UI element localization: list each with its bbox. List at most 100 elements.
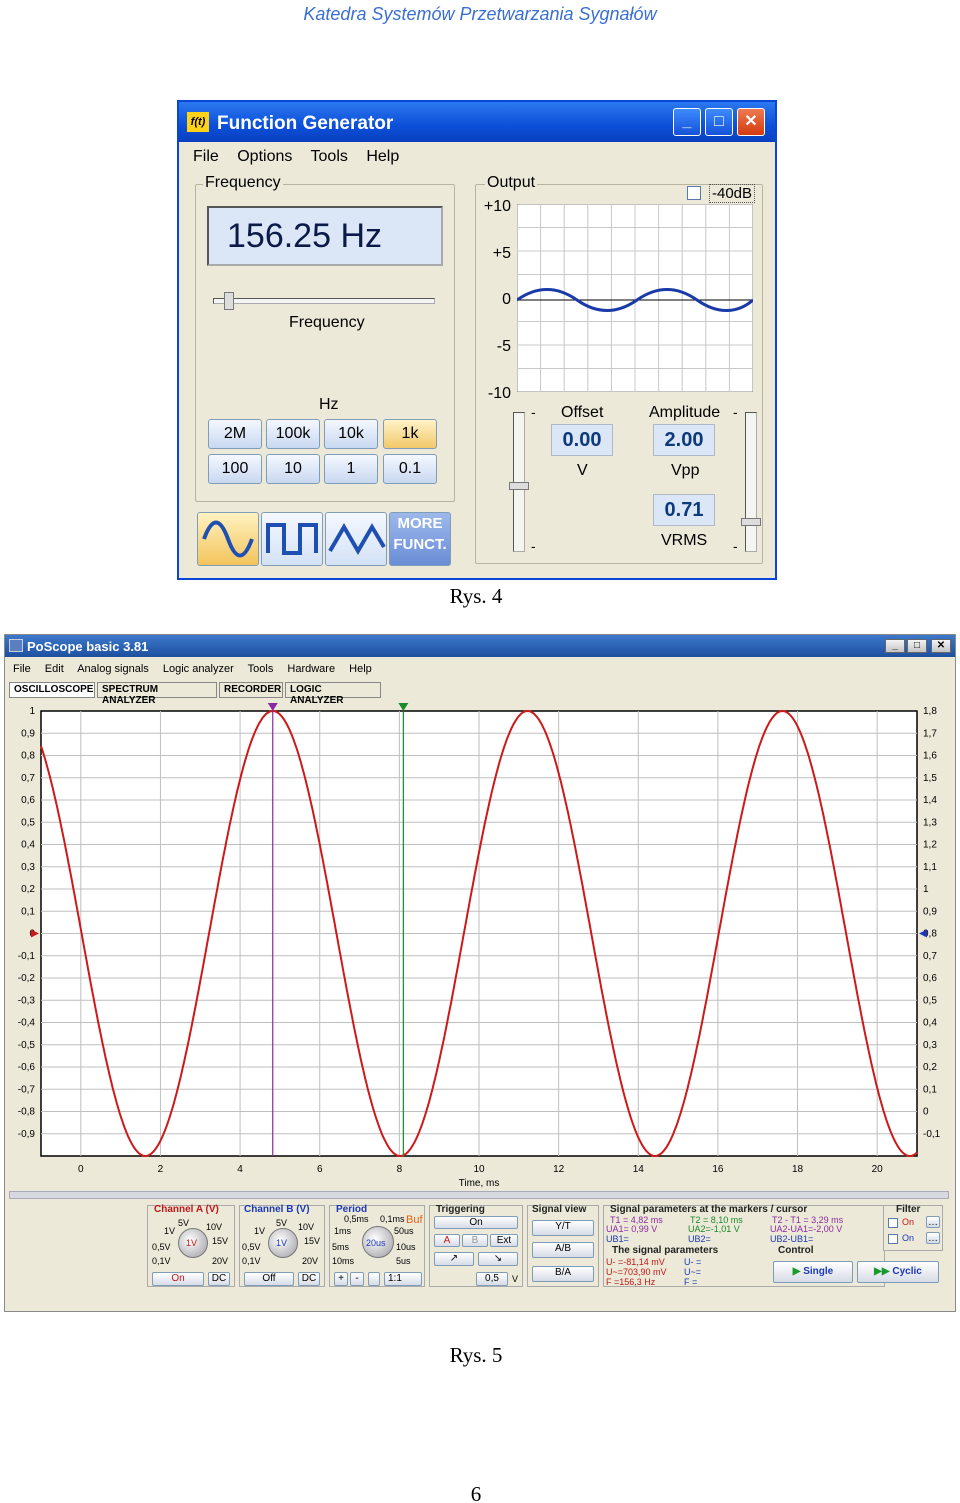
cyclic-button[interactable]: ▶▶ Cyclic [857, 1261, 939, 1283]
filter-b-checkbox[interactable] [888, 1234, 898, 1244]
amplitude-slider[interactable] [745, 412, 757, 552]
channel-a-range[interactable]: 5V [178, 1218, 189, 1228]
ps-menu-file[interactable]: File [13, 663, 31, 675]
zoom-in-icon[interactable]: + [334, 1272, 348, 1286]
ps-menu-tools[interactable]: Tools [248, 663, 274, 675]
amplitude-slider-thumb[interactable] [741, 518, 761, 526]
period-range[interactable]: 10us [396, 1242, 416, 1252]
ps-menu-logic[interactable]: Logic analyzer [163, 663, 234, 675]
hz-button-10k[interactable]: 10k [324, 419, 378, 449]
triangle-wave-button[interactable] [325, 512, 387, 566]
page-icon[interactable] [368, 1272, 380, 1286]
time-scrollbar[interactable] [9, 1191, 949, 1199]
ps-maximize-button[interactable]: □ [907, 639, 927, 653]
zoom-ratio-select[interactable]: 1:1 [384, 1272, 422, 1286]
channel-b-range[interactable]: 0,5V [242, 1242, 261, 1252]
oscilloscope-plot[interactable]: 1 1,8 0,9 1,7 0,8 1,6 0,7 1,5 0,6 1,4 0,5 1,3 0,4 1,2… [5, 699, 955, 1199]
trigger-source-ext[interactable]: Ext [490, 1234, 518, 1247]
trigger-rising-edge-icon[interactable]: ↗ [434, 1252, 474, 1266]
frequency-slider[interactable] [213, 298, 435, 304]
view-yt-button[interactable]: Y/T [532, 1220, 594, 1236]
sine-wave-button[interactable] [197, 512, 259, 566]
zoom-out-icon[interactable]: - [350, 1272, 364, 1286]
period-range[interactable]: 50us [394, 1226, 414, 1236]
x-tick-label: 14 [633, 1164, 645, 1175]
more-functions-label-1: MORE [397, 515, 443, 532]
ps-menu-hardware[interactable]: Hardware [287, 663, 335, 675]
hz-button-100[interactable]: 100 [208, 454, 262, 484]
menu-options[interactable]: Options [237, 148, 292, 165]
channel-a-range[interactable]: 20V [212, 1256, 228, 1266]
param-frequency: F =156,3 Hz [606, 1277, 656, 1287]
tab-recorder[interactable]: RECORDER [219, 682, 283, 698]
channel-b-coupling-button[interactable]: DC [298, 1272, 320, 1286]
period-range[interactable]: 1ms [334, 1226, 351, 1236]
amplitude-value[interactable]: 2.00 [653, 424, 715, 456]
single-button[interactable]: ▶ Single [773, 1261, 853, 1283]
tab-oscilloscope[interactable]: OSCILLOSCOPE [9, 682, 95, 698]
channel-a-on-button[interactable]: On [152, 1272, 204, 1286]
view-ab-button[interactable]: A/B [532, 1242, 594, 1258]
filter-a-settings-button[interactable]: … [926, 1216, 940, 1228]
channel-b-range[interactable]: 0,1V [242, 1256, 261, 1266]
square-wave-button[interactable] [261, 512, 323, 566]
more-functions-button[interactable]: MORE FUNCT. [389, 512, 451, 566]
close-button[interactable]: ✕ [737, 108, 765, 136]
play-icon: ▶ [792, 1266, 801, 1277]
channel-b-range[interactable]: 20V [302, 1256, 318, 1266]
channel-a-range[interactable]: 10V [206, 1222, 222, 1232]
hz-button-0.1[interactable]: 0.1 [383, 454, 437, 484]
fast-forward-icon: ▶▶ [874, 1266, 890, 1277]
channel-b-off-button[interactable]: Off [244, 1272, 294, 1286]
trigger-level-input[interactable]: 0,5 [476, 1272, 508, 1286]
channel-b-range[interactable]: 1V [254, 1226, 265, 1236]
hz-button-10[interactable]: 10 [266, 454, 320, 484]
period-range[interactable]: 5us [396, 1256, 411, 1266]
tab-logic-analyzer[interactable]: LOGIC ANALYZER [285, 682, 381, 706]
hz-button-2M[interactable]: 2M [208, 419, 262, 449]
frequency-slider-thumb[interactable] [224, 292, 234, 310]
offset-slider-thumb[interactable] [509, 482, 529, 490]
minimize-button[interactable]: _ [673, 108, 701, 136]
trigger-source-b[interactable]: B [462, 1234, 488, 1247]
period-range[interactable]: 10ms [332, 1256, 354, 1266]
hz-button-100k[interactable]: 100k [266, 419, 320, 449]
menu-help[interactable]: Help [366, 148, 399, 165]
channel-a-range[interactable]: 0,1V [152, 1256, 171, 1266]
menu-file[interactable]: File [193, 148, 219, 165]
ps-menu-edit[interactable]: Edit [45, 663, 64, 675]
channel-b-range[interactable]: 5V [276, 1218, 287, 1228]
output-preview-plot [517, 204, 753, 392]
menu-tools[interactable]: Tools [311, 148, 348, 165]
period-range[interactable]: 5ms [332, 1242, 349, 1252]
channel-a-range[interactable]: 0,5V [152, 1242, 171, 1252]
period-range[interactable]: 0,1ms [380, 1214, 405, 1224]
x-tick-label: 0 [78, 1164, 84, 1175]
trigger-source-a[interactable]: A [434, 1234, 460, 1247]
trigger-on-button[interactable]: On [434, 1216, 518, 1229]
ps-minimize-button[interactable]: _ [885, 639, 905, 653]
hz-button-1[interactable]: 1 [324, 454, 378, 484]
view-ba-button[interactable]: B/A [532, 1266, 594, 1282]
hz-button-1k[interactable]: 1k [383, 419, 437, 449]
tab-spectrum-analyzer[interactable]: SPECTRUM ANALYZER [97, 682, 217, 706]
channel-a-range[interactable]: 15V [212, 1236, 228, 1246]
db-checkbox[interactable] [687, 186, 701, 200]
y-tick-label-right: 0,5 [923, 995, 937, 1006]
ps-menu-help[interactable]: Help [349, 663, 372, 675]
period-buffer[interactable]: Buf [406, 1214, 423, 1226]
channel-a-range[interactable]: 1V [164, 1226, 175, 1236]
filter-b-settings-button[interactable]: … [926, 1232, 940, 1244]
filter-a-checkbox[interactable] [888, 1218, 898, 1228]
y-tick-label-right: 0,7 [923, 951, 937, 962]
ps-menu-analog[interactable]: Analog signals [77, 663, 149, 675]
channel-b-range[interactable]: 10V [298, 1222, 314, 1232]
maximize-button[interactable]: □ [705, 108, 733, 136]
signal-params-title: The signal parameters [612, 1245, 719, 1256]
trigger-falling-edge-icon[interactable]: ↘ [478, 1252, 518, 1266]
channel-b-range[interactable]: 15V [304, 1236, 320, 1246]
ps-close-button[interactable]: ✕ [931, 639, 951, 653]
period-range[interactable]: 0,5ms [344, 1214, 369, 1224]
channel-a-coupling-button[interactable]: DC [208, 1272, 230, 1286]
offset-value[interactable]: 0.00 [551, 424, 613, 456]
